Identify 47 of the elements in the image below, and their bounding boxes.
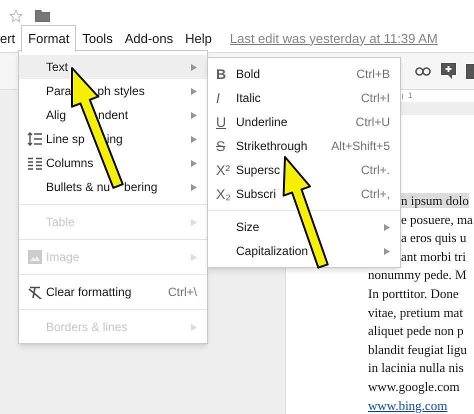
menu-item[interactable]: X² Supersc Ctrl+. [208,158,400,182]
menu-item[interactable]: Capitalization [208,239,400,263]
format-glyph-icon: I [216,91,220,105]
menu-item[interactable]: Para ph styles [19,79,207,103]
document-link[interactable]: www.bing.com [368,398,448,413]
menu-item[interactable]: Clear formatting Ctrl+\ [19,280,207,304]
document-text-line: www.google.com [368,378,460,394]
document-text-line: e posuere, ma [401,212,473,227]
document-text-line: vitae, pretium mat [368,304,463,320]
columns-icon [28,156,42,170]
menu-item[interactable]: Size [208,215,400,239]
menu-item[interactable]: Columns [19,151,207,175]
format-glyph-icon: U [216,115,226,129]
link-icon[interactable] [415,66,431,76]
menu-item[interactable]: Bullets & nu bering [19,175,207,199]
format-glyph-icon: S [216,139,226,153]
format-glyph-icon: X₂ [216,187,231,201]
menu-item[interactable]: X₂ Subscri Ctrl+, [208,182,400,206]
clear-formatting-icon [28,286,42,298]
menu-bar-item[interactable]: Help [179,25,218,52]
document-text-line: ant morbi tri [401,248,466,264]
document-text-line: aliquet pede non p [368,323,464,338]
add-comment-icon[interactable] [441,63,456,79]
menu-item[interactable]: S Strikethrough Alt+Shift+5 [208,134,400,158]
menu-item[interactable]: B Bold Ctrl+B [208,62,400,86]
menu-item[interactable]: Text [19,55,207,79]
menu-item[interactable]: Line sp ing [19,127,207,151]
menu-item[interactable]: I Italic Ctrl+I [208,86,400,110]
menu-bar-item[interactable]: Format [21,25,76,52]
menu-bar-item[interactable]: Add-ons [118,25,180,52]
menu-bar-item[interactable]: ert [0,25,22,52]
document-text-line: blandit feugiat ligu [368,342,467,357]
document-text-line: in lacinia nulla nis [368,360,464,376]
ruler-tick [402,94,403,98]
document-text-line: nonummy pede. M [368,267,467,282]
menu-bar-item[interactable]: Tools [76,25,119,52]
menu-item[interactable]: U Underline Ctrl+U [208,110,400,134]
format-glyph-icon: B [216,67,226,81]
document-text-line: a eros quis u [401,230,466,246]
format-glyph-icon: X² [216,163,230,177]
folder-icon[interactable] [35,10,50,22]
document-text-line: In porttitor. Done [368,286,459,301]
menu-item[interactable]: Alig ndent [19,103,207,127]
ruler-number: 1 [408,90,412,102]
star-icon[interactable] [9,8,23,22]
line-spacing-icon [27,132,43,146]
last-edit-link[interactable]: Last edit was yesterday at 11:39 AM [230,25,438,52]
